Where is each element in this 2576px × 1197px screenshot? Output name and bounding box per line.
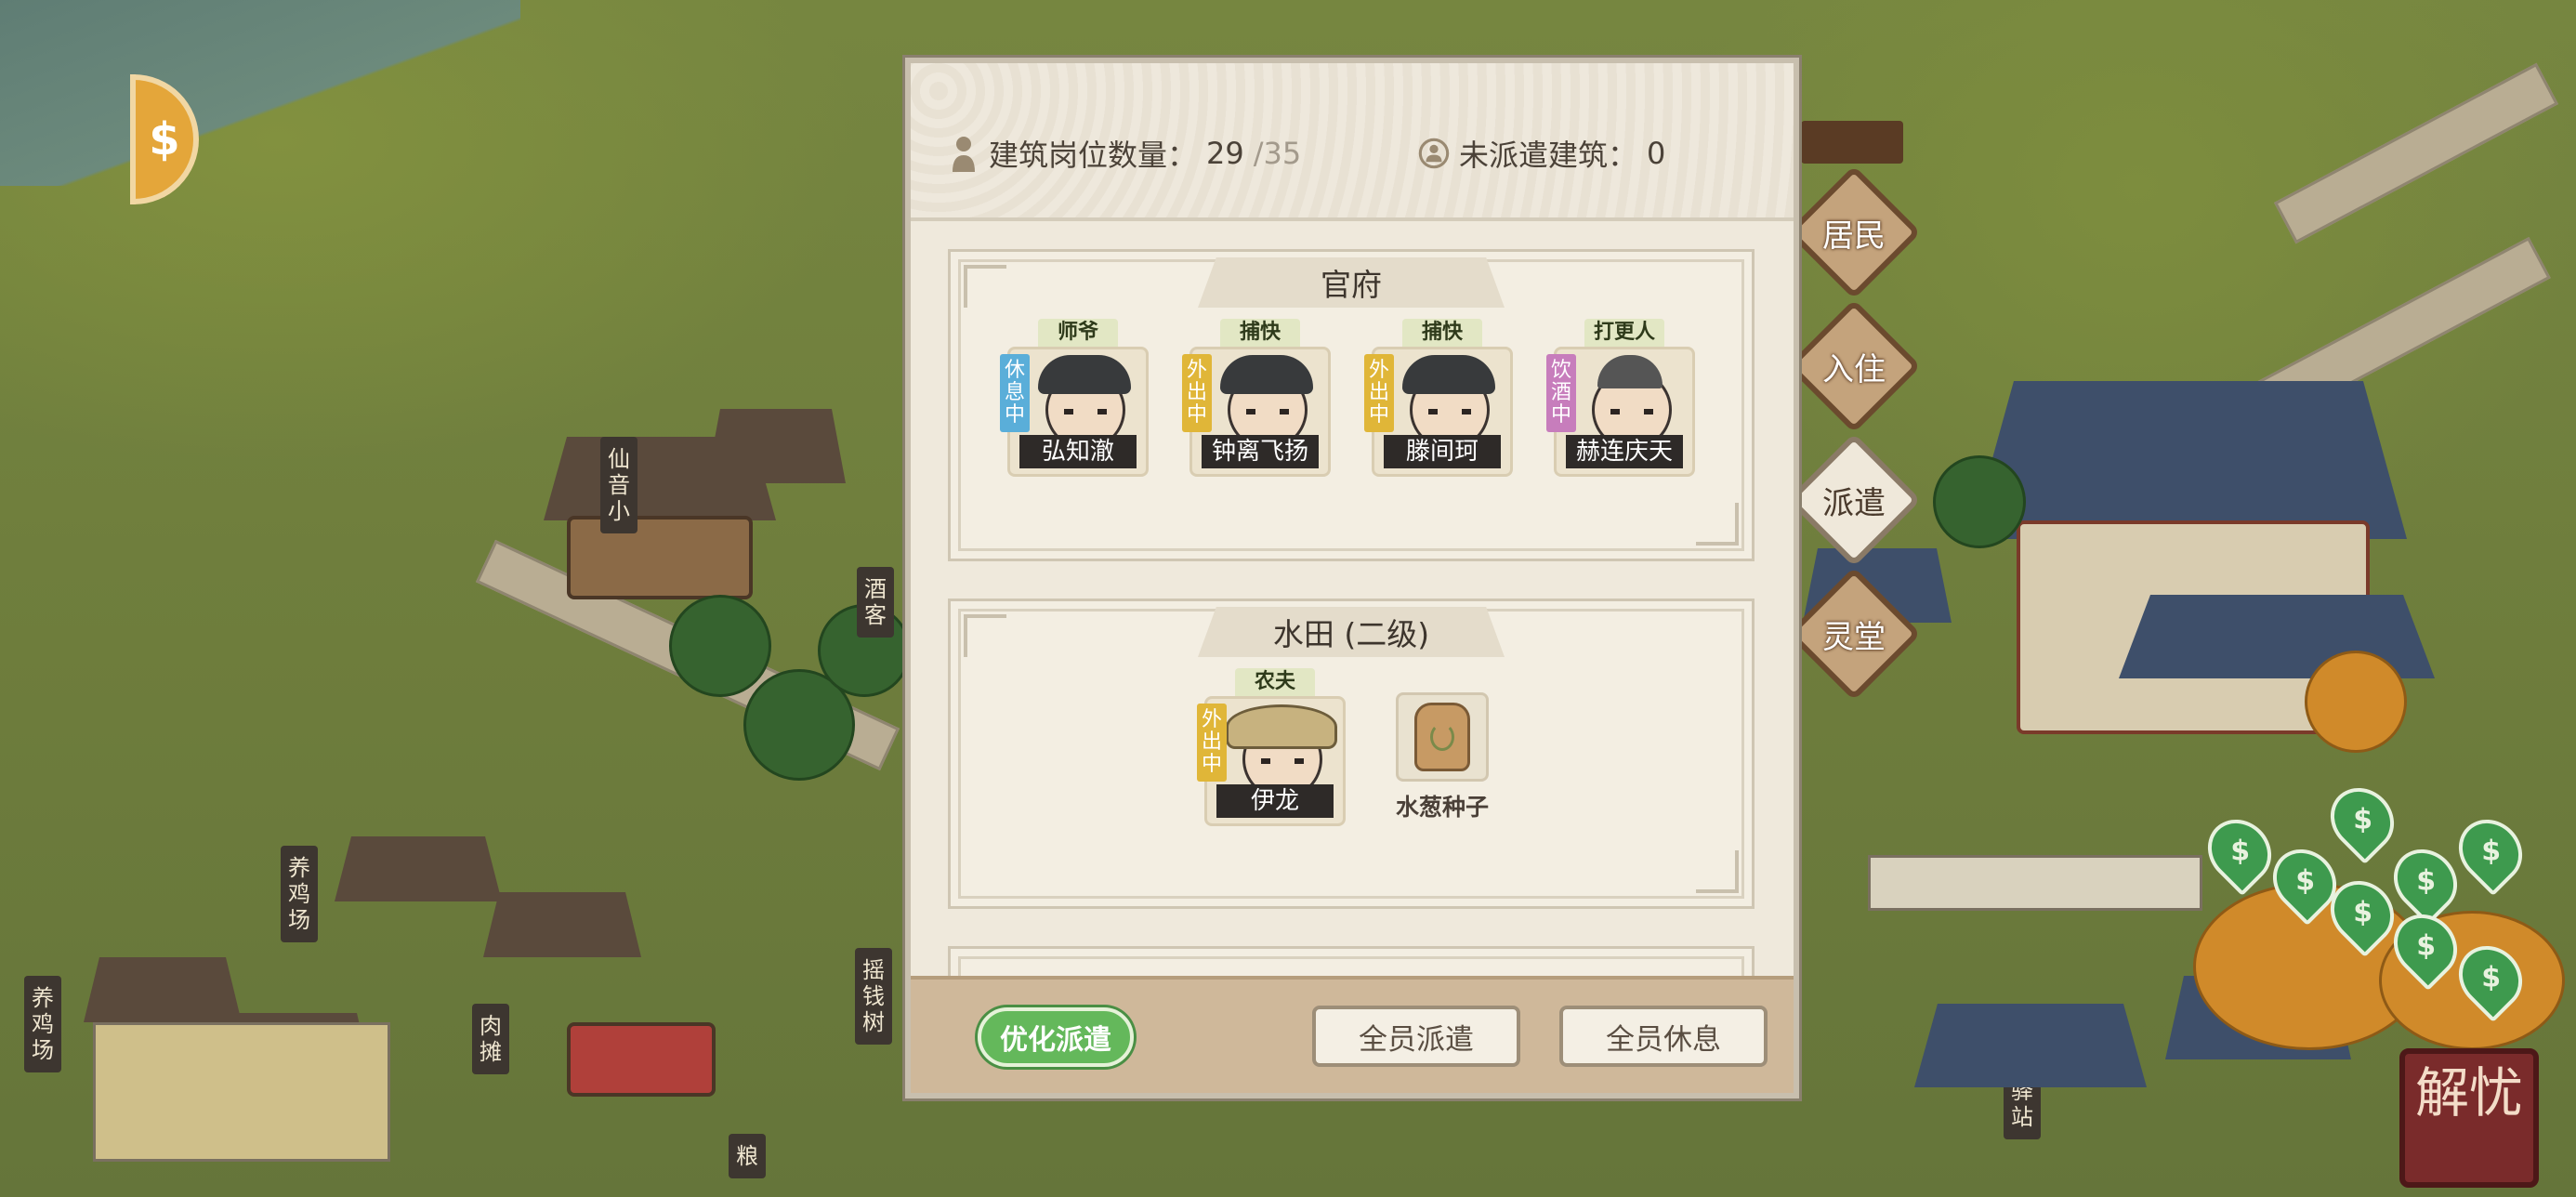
worker-row: 师爷 弘知澈 休息中 捕快 钟离飞扬 外出中 捕快 滕间珂 外出中 打更人 赫连… <box>951 319 1752 477</box>
status-badge: 外出中 <box>1364 354 1394 432</box>
worker-name: 滕间珂 <box>1384 435 1501 468</box>
eyes <box>1064 409 1107 414</box>
section-title: 水田 (二级) <box>1198 607 1505 657</box>
hair-bun <box>1597 355 1663 388</box>
map-label-xianyin[interactable]: 仙音小 <box>600 437 637 533</box>
posts-filled: 29 <box>1206 136 1244 171</box>
building-section: 水田 (二级) 农夫 伊龙 外出中 水葱种子 <box>948 598 1755 909</box>
panel-header: 建筑岗位数量： 29/35 未派遣建筑： 0 <box>911 63 1794 221</box>
harvest-leaf-icon[interactable]: $ <box>2445 806 2536 897</box>
dispatch-panel: 建筑岗位数量： 29/35 未派遣建筑： 0 官府 师爷 弘知澈 休息中 捕快 … <box>905 58 1799 1098</box>
undispatched-label: 未派遣建筑： <box>1459 138 1638 173</box>
road <box>2273 62 2559 244</box>
building-roof <box>483 892 641 957</box>
hat <box>1038 355 1131 394</box>
fence <box>93 1022 390 1162</box>
map-label-jiuke[interactable]: 酒客 <box>857 567 894 638</box>
worker-role: 师爷 <box>1038 319 1118 347</box>
building-roof <box>706 409 846 483</box>
side-nav: 居民 入住 派遣 灵堂 <box>1786 164 1922 707</box>
map-label-routan[interactable]: 肉摊 <box>472 1004 509 1074</box>
building-roof <box>335 836 502 901</box>
status-badge: 休息中 <box>1000 354 1030 432</box>
optimize-dispatch-button[interactable]: 优化派遣 <box>978 1007 1134 1067</box>
seed-bag-icon <box>1414 703 1470 771</box>
building-section: 官府 师爷 弘知澈 休息中 捕快 钟离飞扬 外出中 捕快 滕间珂 外出中 打更人… <box>948 249 1755 561</box>
worker-card[interactable]: 师爷 弘知澈 休息中 <box>1000 319 1149 477</box>
posts-total: /35 <box>1253 136 1302 171</box>
worker-name: 弘知澈 <box>1019 435 1137 468</box>
undispatched-count: 0 <box>1647 136 1666 171</box>
nav-label: 派遣 <box>1822 484 1886 522</box>
tree <box>1933 455 2026 548</box>
nav-label: 灵堂 <box>1822 618 1886 656</box>
side-nav-post <box>1801 121 1903 164</box>
map-label-yangji[interactable]: 养鸡场 <box>281 846 318 942</box>
corner-ornament <box>1696 850 1739 893</box>
worker-card[interactable]: 捕快 滕间珂 外出中 <box>1364 319 1513 477</box>
worker-card[interactable]: 捕快 钟离飞扬 外出中 <box>1182 319 1331 477</box>
harvest-leaf-icon[interactable]: $ <box>2317 774 2408 865</box>
lake <box>0 0 520 186</box>
eyes <box>1428 409 1471 414</box>
section-title: 官府 <box>1198 257 1505 308</box>
building[interactable] <box>567 516 753 599</box>
worker-role: 打更人 <box>1584 319 1664 347</box>
person-icon <box>948 133 979 174</box>
corner-ornament <box>964 614 1006 657</box>
status-badge: 外出中 <box>1182 354 1212 432</box>
nav-label: 居民 <box>1822 217 1886 255</box>
building-roof <box>84 957 242 1022</box>
seed-box <box>1396 692 1489 782</box>
palace-roof <box>1970 381 2407 539</box>
map-label-yaoqian[interactable]: 摇钱树 <box>855 948 892 1045</box>
corner-ornament <box>1696 503 1739 546</box>
jieyou-seal[interactable]: 解忧 <box>2399 1048 2539 1188</box>
hat <box>1402 355 1495 394</box>
status-badge: 外出中 <box>1197 704 1227 782</box>
eyes <box>1246 409 1289 414</box>
building-roof <box>1914 1004 2147 1087</box>
rest-all-button[interactable]: 全员休息 <box>1559 1006 1768 1067</box>
nav-label: 入住 <box>1822 350 1886 388</box>
worker-name: 赫连庆天 <box>1566 435 1683 468</box>
building-person-icon <box>1418 133 1450 174</box>
nav-move-in-button[interactable]: 入住 <box>1786 298 1922 434</box>
worker-name: 伊龙 <box>1216 784 1334 818</box>
corner-ornament <box>964 265 1006 308</box>
dispatch-all-button[interactable]: 全员派遣 <box>1312 1006 1520 1067</box>
nav-memorial-button[interactable]: 灵堂 <box>1786 566 1922 702</box>
palace-wall <box>1868 855 2202 911</box>
tree <box>2305 651 2407 753</box>
worker-role: 农夫 <box>1235 668 1315 696</box>
building[interactable] <box>567 1022 716 1097</box>
hat <box>1220 355 1313 394</box>
seed-slot[interactable]: 水葱种子 <box>1387 692 1498 826</box>
worker-role: 捕快 <box>1220 319 1300 347</box>
undispatched-stat: 未派遣建筑： 0 <box>1418 132 1665 175</box>
worker-role: 捕快 <box>1402 319 1482 347</box>
worker-name: 钟离飞扬 <box>1202 435 1319 468</box>
worker-card[interactable]: 打更人 赫连庆天 饮酒中 <box>1546 319 1695 477</box>
building-posts-stat: 建筑岗位数量： 29/35 <box>948 132 1301 175</box>
worker-card[interactable]: 农夫 伊龙 外出中 <box>1197 668 1346 826</box>
nav-dispatch-button[interactable]: 派遣 <box>1786 432 1922 568</box>
map-label-yangji[interactable]: 养鸡场 <box>24 976 61 1072</box>
eyes <box>1261 758 1304 764</box>
straw-hat <box>1226 704 1337 749</box>
map-label-liang[interactable]: 粮 <box>729 1134 766 1178</box>
status-badge: 饮酒中 <box>1546 354 1576 432</box>
panel-footer: 优化派遣 全员派遣 全员休息 <box>911 976 1794 1093</box>
harvest-leaf-icon[interactable]: $ <box>2194 806 2285 897</box>
posts-label: 建筑岗位数量： <box>989 138 1198 173</box>
building-list[interactable]: 官府 师爷 弘知澈 休息中 捕快 钟离飞扬 外出中 捕快 滕间珂 外出中 打更人… <box>939 249 1766 1011</box>
worker-row: 农夫 伊龙 外出中 水葱种子 <box>951 668 1752 826</box>
nav-residents-button[interactable]: 居民 <box>1786 164 1922 300</box>
eyes <box>1610 409 1653 414</box>
tree <box>669 595 771 697</box>
seed-name: 水葱种子 <box>1395 794 1489 821</box>
